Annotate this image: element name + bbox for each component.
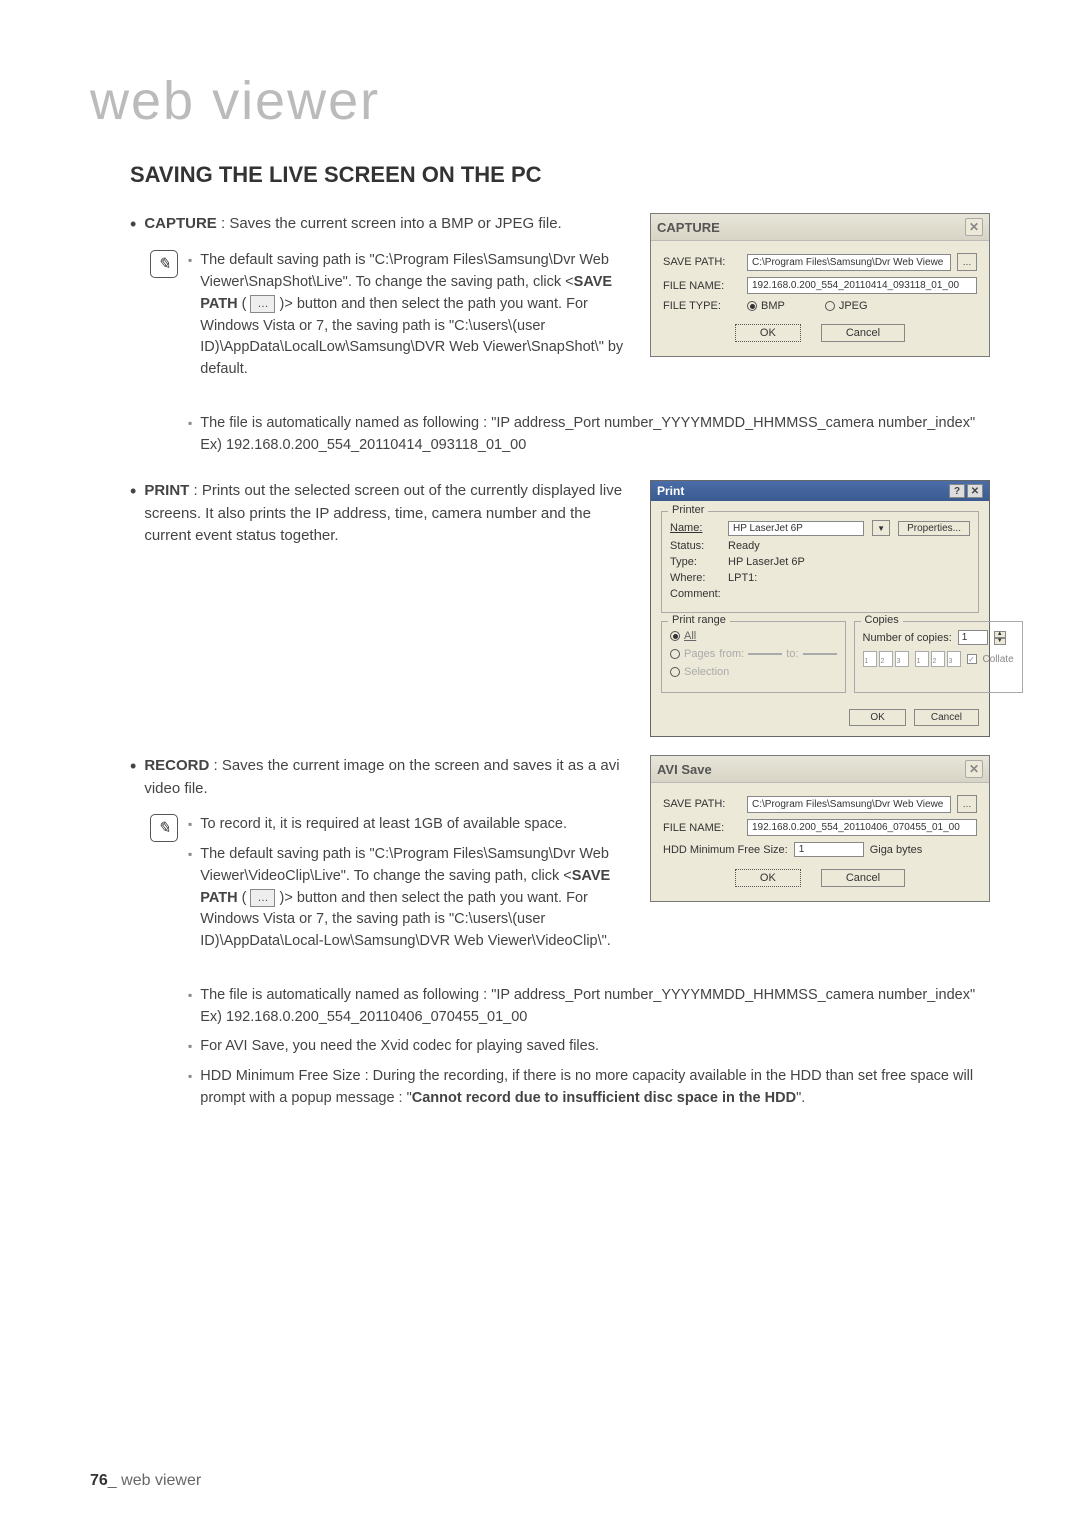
section-heading: SAVING THE LIVE SCREEN ON THE PC bbox=[130, 162, 990, 188]
close-icon[interactable]: ✕ bbox=[965, 218, 983, 236]
save-path-inline-btn: … bbox=[250, 295, 275, 314]
page-number: 76 bbox=[90, 1472, 108, 1489]
capture-item: • CAPTURE : Saves the current screen int… bbox=[130, 213, 630, 236]
collate-checkbox: ✓ bbox=[967, 654, 977, 664]
hdd-input[interactable]: 1 bbox=[794, 842, 864, 857]
avi-save-dialog: AVI Save ✕ SAVE PATH: C:\Program Files\S… bbox=[650, 755, 990, 902]
type-value: HP LaserJet 6P bbox=[728, 556, 805, 568]
note-marker-icon: ▪ bbox=[188, 1036, 192, 1058]
printer-legend: Printer bbox=[668, 504, 708, 516]
range-all[interactable]: All bbox=[670, 630, 837, 642]
ok-button[interactable]: OK bbox=[735, 324, 801, 342]
hdd-unit: Giga bytes bbox=[870, 844, 923, 856]
close-icon[interactable]: ✕ bbox=[965, 760, 983, 778]
record-note-1: To record it, it is required at least 1G… bbox=[200, 814, 630, 836]
comment-label: Comment: bbox=[670, 588, 720, 600]
spin-up-icon[interactable]: ▲ bbox=[994, 631, 1006, 638]
range-pages: Pages from: to: bbox=[670, 648, 837, 660]
type-label: Type: bbox=[670, 556, 720, 568]
ok-button[interactable]: OK bbox=[735, 869, 801, 887]
record-note-4: For AVI Save, you need the Xvid codec fo… bbox=[200, 1036, 990, 1058]
save-path-input[interactable]: C:\Program Files\Samsung\Dvr Web Viewe bbox=[747, 796, 951, 813]
file-type-label: FILE TYPE: bbox=[663, 300, 741, 312]
print-term: PRINT bbox=[144, 482, 189, 499]
cancel-button[interactable]: Cancel bbox=[914, 709, 979, 726]
record-note-3: The file is automatically named as follo… bbox=[200, 985, 990, 1029]
save-path-inline-btn: … bbox=[250, 889, 275, 908]
properties-button[interactable]: Properties... bbox=[898, 521, 970, 536]
avi-dialog-title: AVI Save bbox=[657, 762, 712, 777]
save-path-label: SAVE PATH: bbox=[663, 798, 741, 810]
copies-input[interactable]: 1 bbox=[958, 630, 988, 645]
cancel-button[interactable]: Cancel bbox=[821, 869, 905, 887]
page-footer: 76_ web viewer bbox=[90, 1472, 201, 1490]
help-icon[interactable]: ? bbox=[949, 484, 965, 498]
dropdown-icon[interactable]: ▼ bbox=[872, 520, 890, 536]
where-value: LPT1: bbox=[728, 572, 757, 584]
capture-term: CAPTURE bbox=[144, 215, 217, 232]
radio-bmp[interactable]: BMP bbox=[747, 300, 785, 312]
file-name-label: FILE NAME: bbox=[663, 822, 741, 834]
record-term: RECORD bbox=[144, 757, 209, 774]
capture-dialog: CAPTURE ✕ SAVE PATH: C:\Program Files\Sa… bbox=[650, 213, 990, 357]
browse-button[interactable]: … bbox=[957, 795, 977, 813]
printer-name-select[interactable]: HP LaserJet 6P bbox=[728, 521, 864, 536]
range-legend: Print range bbox=[668, 614, 730, 626]
bullet-icon: • bbox=[130, 480, 136, 548]
cancel-button[interactable]: Cancel bbox=[821, 324, 905, 342]
print-item: • PRINT : Prints out the selected screen… bbox=[130, 480, 630, 548]
copies-legend: Copies bbox=[861, 614, 903, 626]
bullet-icon: • bbox=[130, 213, 136, 236]
browse-button[interactable]: … bbox=[957, 253, 977, 271]
page-title: web viewer bbox=[90, 70, 990, 132]
file-name-input[interactable]: 192.168.0.200_554_20110406_070455_01_00 bbox=[747, 819, 977, 836]
copies-label: Number of copies: bbox=[863, 632, 952, 644]
status-value: Ready bbox=[728, 540, 760, 552]
print-dialog-title: Print bbox=[657, 484, 684, 498]
record-note-5: HDD Minimum Free Size : During the recor… bbox=[200, 1066, 990, 1110]
note-marker-icon: ▪ bbox=[188, 250, 192, 381]
bullet-icon: • bbox=[130, 755, 136, 800]
note-marker-icon: ▪ bbox=[188, 985, 192, 1029]
status-label: Status: bbox=[670, 540, 720, 552]
note-marker-icon: ▪ bbox=[188, 413, 192, 457]
save-path-label: SAVE PATH: bbox=[663, 256, 741, 268]
capture-dialog-title: CAPTURE bbox=[657, 220, 720, 235]
note-marker-icon: ▪ bbox=[188, 1066, 192, 1110]
print-dialog: Print ? ✕ Printer Name: HP LaserJet 6P ▼… bbox=[650, 480, 990, 737]
file-name-input[interactable]: 192.168.0.200_554_20110414_093118_01_00 bbox=[747, 277, 977, 294]
file-name-label: FILE NAME: bbox=[663, 280, 741, 292]
capture-desc: : Saves the current screen into a BMP or… bbox=[217, 215, 562, 232]
range-selection: Selection bbox=[670, 666, 837, 678]
collate-label: Collate bbox=[983, 654, 1014, 665]
radio-jpeg[interactable]: JPEG bbox=[825, 300, 868, 312]
where-label: Where: bbox=[670, 572, 720, 584]
record-item: • RECORD : Saves the current image on th… bbox=[130, 755, 630, 800]
record-note-2: The default saving path is "C:\Program F… bbox=[200, 844, 630, 953]
save-path-input[interactable]: C:\Program Files\Samsung\Dvr Web Viewe bbox=[747, 254, 951, 271]
note-marker-icon: ▪ bbox=[188, 844, 192, 953]
close-icon[interactable]: ✕ bbox=[967, 484, 983, 498]
print-desc: : Prints out the selected screen out of … bbox=[144, 482, 622, 544]
note-icon: ✎ bbox=[150, 250, 178, 278]
name-label: Name: bbox=[670, 522, 720, 534]
ok-button[interactable]: OK bbox=[849, 709, 905, 726]
spin-down-icon[interactable]: ▼ bbox=[994, 638, 1006, 645]
note-marker-icon: ▪ bbox=[188, 814, 192, 836]
hdd-label: HDD Minimum Free Size: bbox=[663, 844, 788, 856]
capture-note-1: The default saving path is "C:\Program F… bbox=[200, 250, 630, 381]
capture-note-2: The file is automatically named as follo… bbox=[200, 413, 990, 457]
record-desc: : Saves the current image on the screen … bbox=[144, 757, 619, 797]
note-icon: ✎ bbox=[150, 814, 178, 842]
